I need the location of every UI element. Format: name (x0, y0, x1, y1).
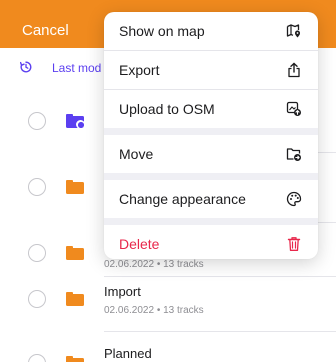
menu-item-label: Delete (119, 236, 160, 252)
share-icon (288, 62, 300, 78)
menu-group-gap (104, 173, 318, 180)
history-icon (20, 61, 32, 73)
cancel-button[interactable]: Cancel (22, 22, 69, 39)
list-item-title: Import (104, 284, 141, 299)
map-pin-icon (286, 24, 300, 38)
trash-icon (287, 237, 301, 251)
row-select-radio[interactable] (28, 112, 46, 130)
menu-item-label: Show on map (119, 23, 205, 39)
row-divider (104, 331, 336, 332)
row-divider (104, 276, 336, 277)
row-select-radio[interactable] (28, 178, 46, 196)
menu-item-label: Change appearance (119, 191, 246, 207)
folder-icon (66, 180, 84, 194)
folder-icon (66, 356, 84, 362)
menu-item-upload-osm[interactable]: Upload to OSM (104, 90, 318, 128)
menu-item-delete[interactable]: Delete (104, 225, 318, 259)
menu-group-gap (104, 128, 318, 135)
list-item-title: Planned (104, 346, 152, 361)
folder-settings-icon (66, 114, 85, 129)
sort-label[interactable]: Last mod (52, 61, 101, 75)
folder-icon (66, 292, 84, 306)
list-item-subtitle: 02.06.2022 • 13 tracks (104, 305, 204, 316)
menu-item-label: Upload to OSM (119, 101, 215, 117)
menu-item-change-appearance[interactable]: Change appearance (104, 180, 318, 218)
upload-osm-icon (286, 101, 301, 116)
folder-icon (66, 246, 84, 260)
palette-icon (286, 191, 302, 207)
folder-move-icon (286, 148, 301, 161)
menu-item-export[interactable]: Export (104, 51, 318, 89)
menu-item-label: Export (119, 62, 160, 78)
menu-item-show-on-map[interactable]: Show on map (104, 12, 318, 50)
row-select-radio[interactable] (28, 290, 46, 308)
menu-item-label: Move (119, 146, 154, 162)
menu-item-move[interactable]: Move (104, 135, 318, 173)
context-menu: Show on map Export Upload to OSM Move Ch… (104, 12, 318, 259)
menu-group-gap (104, 218, 318, 225)
row-select-radio[interactable] (28, 244, 46, 262)
list-item-subtitle: 02.06.2022 • 13 tracks (104, 259, 204, 270)
